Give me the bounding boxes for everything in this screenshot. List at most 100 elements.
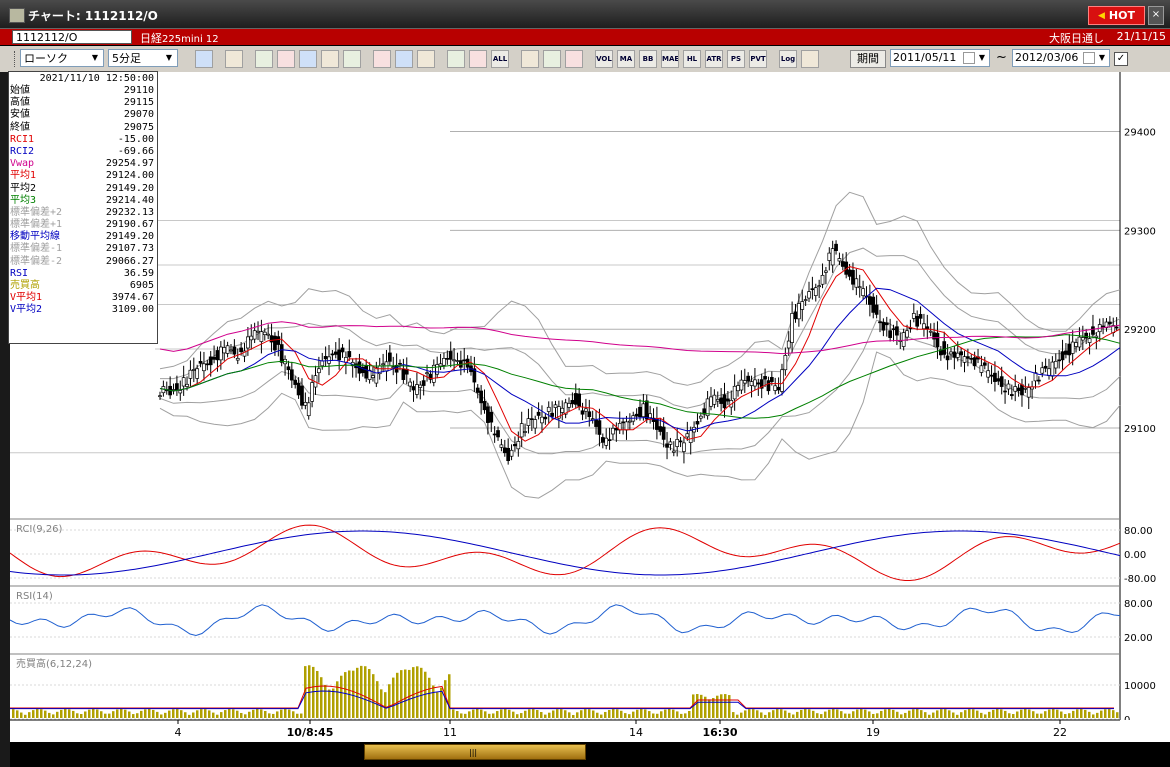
palette-icon[interactable] (565, 50, 583, 68)
wrench-icon[interactable] (543, 50, 561, 68)
grid-icon[interactable] (521, 50, 539, 68)
chart-area[interactable]: RCI(9,26)RSI(14)売買高(6,12,24) 80.000.00-8… (10, 72, 1170, 742)
box-b-icon[interactable] (469, 50, 487, 68)
candle-body (709, 396, 713, 407)
candle-body (790, 313, 794, 343)
volume-bar (224, 710, 227, 718)
volume-bar (508, 709, 511, 718)
volume-bar (100, 711, 103, 718)
candle-a-icon[interactable] (255, 50, 273, 68)
volume-bar (580, 710, 583, 718)
volume-bar (384, 692, 387, 718)
chart-type-select[interactable]: ローソク ▼ (20, 49, 104, 67)
info-value: -69.66 (117, 145, 154, 157)
volume-bar (532, 709, 535, 718)
candle-c-icon[interactable] (299, 50, 317, 68)
volume-bar (824, 711, 827, 718)
volume-bar (816, 713, 819, 718)
volume-bar (184, 712, 187, 718)
candle-body (587, 411, 592, 418)
volume-bar (820, 714, 823, 718)
draw-line-icon[interactable] (373, 50, 391, 68)
ma-icon[interactable]: MA (617, 50, 635, 68)
candle-body (300, 385, 304, 406)
candle-body (320, 360, 325, 367)
time-scrollbar[interactable] (10, 742, 1170, 767)
candle-body (945, 355, 950, 361)
info-value: 29075 (123, 121, 154, 133)
volume-bar (1024, 709, 1027, 718)
toolbar-grip[interactable] (14, 51, 18, 67)
volume-bar (132, 714, 135, 718)
arrow-icon[interactable] (417, 50, 435, 68)
timeframe-select[interactable]: 5分足 ▼ (108, 49, 178, 67)
candle-body (492, 433, 497, 436)
volume-bar (216, 714, 219, 718)
date-from-field[interactable]: 2011/05/11 ▼ (890, 49, 990, 67)
volume-bar (528, 709, 531, 718)
candle-body (1064, 350, 1068, 355)
vol-icon[interactable]: VOL (595, 50, 613, 68)
candle-body (516, 441, 521, 450)
symbol-input[interactable]: 1112112/O (12, 30, 132, 44)
candle-body (388, 352, 392, 362)
hl-icon[interactable]: HL (683, 50, 701, 68)
volume-bar (324, 684, 327, 718)
candle-body (962, 356, 967, 363)
volume-bar (12, 709, 15, 718)
crosshair-icon[interactable] (225, 50, 243, 68)
candle-body (310, 382, 314, 402)
volume-bar (696, 694, 699, 718)
info-value: 29066.27 (105, 255, 154, 267)
candle-body (408, 381, 412, 387)
all-icon[interactable]: ALL (491, 50, 509, 68)
pvt-icon[interactable]: PVT (749, 50, 767, 68)
volume-bar (360, 665, 363, 718)
candle-body (597, 420, 602, 435)
candle-body (881, 321, 886, 331)
export-icon[interactable] (801, 50, 819, 68)
period-button[interactable]: 期間 (850, 50, 886, 68)
volume-bar (456, 711, 459, 718)
atr-icon[interactable]: ATR (705, 50, 723, 68)
info-value: 6905 (129, 280, 154, 291)
candle-body (185, 383, 189, 387)
candle-body (942, 341, 947, 355)
cursor-icon[interactable] (395, 50, 413, 68)
candle-d-icon[interactable] (321, 50, 339, 68)
candle-body (205, 363, 210, 366)
log-icon[interactable]: Log (779, 50, 797, 68)
candle-e-icon[interactable] (343, 50, 361, 68)
date-to-field[interactable]: 2012/03/06 ▼ (1012, 49, 1110, 67)
candle-body (813, 287, 818, 296)
candle-body (780, 369, 784, 392)
scroll-thumb[interactable]: ||| (364, 744, 586, 760)
volume-bar (36, 709, 39, 718)
volume-bar (40, 709, 43, 718)
volume-bar (568, 712, 571, 718)
hot-button[interactable]: ◀ HOT (1088, 6, 1145, 25)
candle-body (746, 375, 751, 382)
volume-bar (452, 709, 455, 718)
candle-body (1037, 379, 1041, 382)
candle-body (739, 379, 744, 391)
psar-icon[interactable]: PS (727, 50, 745, 68)
bb-icon[interactable]: BB (639, 50, 657, 68)
candle-body (306, 402, 311, 417)
candle-body (536, 411, 541, 416)
volume-bar (668, 709, 671, 718)
volume-bar (252, 709, 255, 718)
candle-body (969, 358, 974, 360)
info-value: 29110 (123, 85, 154, 96)
period-checkbox[interactable]: ✓ (1114, 52, 1128, 66)
date-tick: 4 (175, 726, 182, 739)
close-button[interactable]: × (1148, 6, 1164, 25)
box-a-icon[interactable] (447, 50, 465, 68)
candle-body (1091, 326, 1095, 335)
zoom-icon[interactable] (195, 50, 213, 68)
volume-bar (784, 710, 787, 718)
candle-b-icon[interactable] (277, 50, 295, 68)
volume-bar (404, 669, 407, 718)
candle-body (644, 400, 649, 420)
mae-icon[interactable]: MAE (661, 50, 679, 68)
